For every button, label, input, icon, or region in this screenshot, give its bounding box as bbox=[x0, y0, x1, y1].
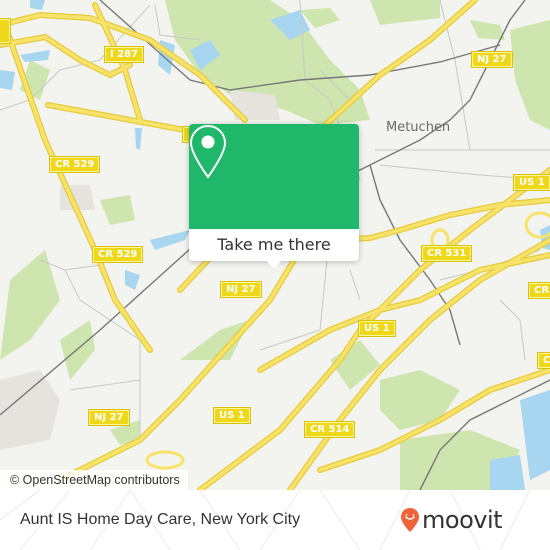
location-pin-icon bbox=[189, 124, 227, 179]
road-shield-us1: US 1 bbox=[514, 175, 550, 190]
road-shield-cr529: CR 529 bbox=[50, 157, 100, 172]
road-shield-us1: US 1 bbox=[214, 408, 250, 423]
moovit-pin-logo-icon bbox=[401, 508, 419, 532]
road-shield-cr531: CR 531 bbox=[422, 246, 472, 261]
road-shield-cr514: CR 514 bbox=[305, 422, 355, 437]
road-shield-cr529: CR 529 bbox=[93, 247, 143, 262]
road-shield-nj27: NJ 27 bbox=[472, 52, 512, 67]
road-shield-nj27: NJ 27 bbox=[221, 282, 261, 297]
road-shield-us1: US 1 bbox=[359, 321, 395, 336]
map-attribution[interactable]: © OpenStreetMap contributors bbox=[0, 470, 188, 490]
place-title: Aunt IS Home Day Care, New York City bbox=[20, 511, 301, 528]
popup-header bbox=[189, 124, 359, 229]
popup-pointer bbox=[266, 260, 282, 269]
map-view[interactable]: Metuchen I 287 NJ 27 CR 529 CR 529 US 1 … bbox=[0, 0, 550, 490]
place-label-metuchen: Metuchen bbox=[386, 120, 451, 135]
moovit-wordmark: moovit bbox=[422, 506, 503, 534]
road-shield-partial bbox=[0, 19, 11, 43]
road-shield-cr: CR bbox=[529, 283, 550, 298]
location-popup: Take me there bbox=[189, 124, 359, 269]
road-shield-cr: C bbox=[538, 353, 550, 368]
footer: Aunt IS Home Day Care, New York City moo… bbox=[0, 490, 550, 550]
road-shield-i287: I 287 bbox=[105, 47, 144, 62]
take-me-there-button[interactable]: Take me there bbox=[189, 229, 359, 261]
road-shield-nj27: NJ 27 bbox=[89, 410, 129, 425]
